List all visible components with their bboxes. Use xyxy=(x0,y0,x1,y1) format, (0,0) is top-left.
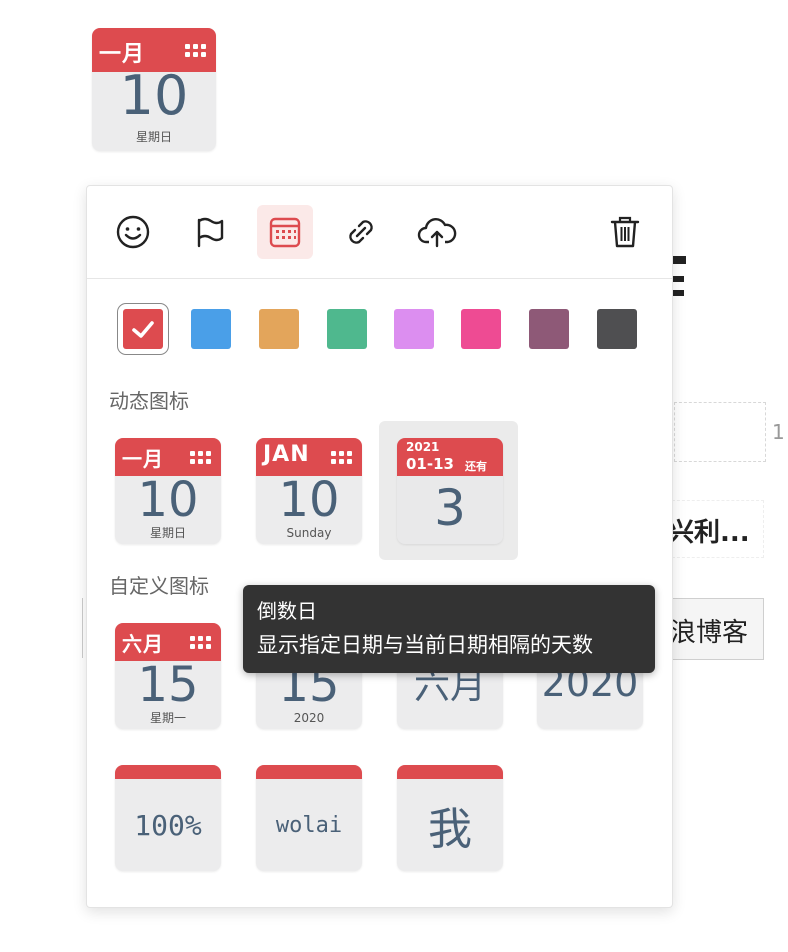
calendar-tab[interactable] xyxy=(257,205,313,259)
calendar-header: 六月 xyxy=(115,623,221,661)
custom-icon-text: 100% xyxy=(134,808,202,842)
calendar-header xyxy=(397,765,503,779)
section-label-custom: 自定义图标 xyxy=(109,574,209,598)
emoji-tab[interactable] xyxy=(105,205,161,259)
dots-icon xyxy=(331,451,353,465)
calendar-header xyxy=(256,765,362,779)
flag-tab[interactable] xyxy=(181,205,237,259)
dynamic-icon-date-cn[interactable]: 一月 10 星期日 xyxy=(115,438,221,544)
calendar-day: 10 xyxy=(278,472,340,528)
calendar-day: 10 xyxy=(137,472,199,528)
flag-icon xyxy=(197,217,224,248)
calendar-month: 六月 xyxy=(122,632,164,656)
page-calendar-icon[interactable]: 一月 10 星期日 xyxy=(92,28,216,151)
background-number: 1 xyxy=(772,420,785,444)
calendar-header: JAN xyxy=(256,438,362,476)
calendar-day: 15 xyxy=(137,657,199,713)
calendar-header xyxy=(115,765,221,779)
color-swatch-red[interactable] xyxy=(117,303,169,355)
color-swatch-plum[interactable] xyxy=(529,309,569,349)
remove-button[interactable] xyxy=(597,205,653,259)
countdown-tag: 还有 xyxy=(465,460,487,473)
countdown-year: 2021 xyxy=(406,440,440,454)
calendar-header: 一月 xyxy=(115,438,221,476)
custom-icon-june-15[interactable]: 六月 15 星期一 xyxy=(115,623,221,729)
icon-picker-popup: 动态图标 一月 10 星期日 JAN 10 Sunday 2021 01-13 xyxy=(86,185,673,908)
dots-icon xyxy=(185,44,207,58)
icon-type-toolbar xyxy=(87,186,672,279)
link-icon xyxy=(349,220,373,244)
dots-icon xyxy=(190,636,212,650)
calendar-header: 2021 01-13 还有 xyxy=(397,438,503,476)
tooltip-title: 倒数日 xyxy=(257,599,317,623)
cloud-upload-icon xyxy=(417,218,457,248)
link-tab[interactable] xyxy=(333,205,389,259)
section-label-dynamic: 动态图标 xyxy=(109,389,189,413)
trash-icon xyxy=(610,216,640,248)
checkmark-icon xyxy=(132,321,154,338)
calendar-weekday: Sunday xyxy=(286,526,332,540)
custom-icon-wolai[interactable]: wolai xyxy=(256,765,362,871)
color-swatch-dark-gray[interactable] xyxy=(597,309,637,349)
custom-icon-me[interactable]: 我 xyxy=(397,765,503,871)
calendar-weekday: 星期日 xyxy=(135,130,172,144)
custom-icon-percent[interactable]: 100% xyxy=(115,765,221,871)
countdown-days: 3 xyxy=(434,479,466,537)
tooltip-description: 显示指定日期与当前日期相隔的天数 xyxy=(257,633,593,657)
color-swatch-violet[interactable] xyxy=(394,309,434,349)
countdown-tooltip: 倒数日 显示指定日期与当前日期相隔的天数 xyxy=(243,585,655,673)
custom-icon-text: 我 xyxy=(428,804,472,855)
calendar-icon xyxy=(269,217,301,248)
calendar-weekday: 星期一 xyxy=(149,711,186,725)
color-swatch-green[interactable] xyxy=(327,309,367,349)
background-button-text: 浪博客 xyxy=(670,618,749,648)
upload-tab[interactable] xyxy=(409,205,465,259)
calendar-month: 一月 xyxy=(122,447,164,471)
calendar-weekday: 星期日 xyxy=(149,526,186,540)
background-card-text: 兴利... xyxy=(668,518,750,548)
dynamic-icon-date-en[interactable]: JAN 10 Sunday xyxy=(256,438,362,544)
calendar-weekday: 2020 xyxy=(293,711,325,725)
background-input-box xyxy=(674,402,766,462)
color-swatch-pink[interactable] xyxy=(461,309,501,349)
custom-icon-text: wolai xyxy=(275,812,343,838)
calendar-month: JAN xyxy=(263,442,310,467)
color-swatch-blue[interactable] xyxy=(191,309,231,349)
dots-icon xyxy=(190,451,212,465)
calendar-day: 10 xyxy=(119,64,189,127)
smile-icon xyxy=(116,215,150,249)
countdown-date: 01-13 xyxy=(406,455,454,473)
dynamic-icon-countdown[interactable]: 2021 01-13 还有 3 xyxy=(397,438,503,544)
color-swatch-orange[interactable] xyxy=(259,309,299,349)
